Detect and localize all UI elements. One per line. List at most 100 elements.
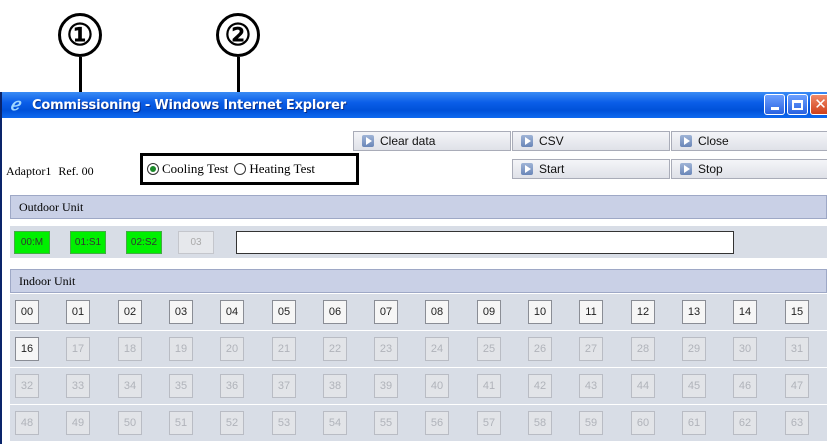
- minimize-icon: [770, 107, 779, 110]
- indoor-unit-button: 29: [682, 337, 706, 361]
- adaptor-label: Adaptor1: [6, 164, 52, 178]
- title-bar: ℯ Commissioning - Windows Internet Explo…: [2, 92, 827, 118]
- indoor-unit-button: 36: [220, 374, 244, 398]
- indoor-unit-button: 28: [631, 337, 655, 361]
- outdoor-unit-header: Outdoor Unit: [10, 195, 827, 219]
- clear-data-button[interactable]: Clear data: [353, 131, 511, 151]
- indoor-unit-button: 56: [425, 411, 449, 435]
- indoor-unit-button[interactable]: 07: [374, 300, 398, 324]
- adaptor-info: Adaptor1 Ref. 00: [6, 164, 94, 179]
- minimize-button[interactable]: [764, 94, 785, 115]
- indoor-unit-button[interactable]: 08: [425, 300, 449, 324]
- indoor-unit-button: 43: [579, 374, 603, 398]
- indoor-unit-button: 39: [374, 374, 398, 398]
- indoor-unit-button[interactable]: 14: [733, 300, 757, 324]
- indoor-unit-button: 22: [323, 337, 347, 361]
- indoor-unit-heading: Indoor Unit: [19, 273, 76, 288]
- indoor-unit-button[interactable]: 01: [66, 300, 90, 324]
- indoor-unit-row: 32 33 34 35 36 37 38 39 40 41 42 43 44 45 46 47: [10, 368, 827, 404]
- cooling-test-radio[interactable]: [147, 163, 159, 175]
- indoor-unit-button: 60: [631, 411, 655, 435]
- play-icon: [362, 135, 374, 147]
- indoor-unit-button[interactable]: 12: [631, 300, 655, 324]
- indoor-unit-button[interactable]: 15: [785, 300, 809, 324]
- outdoor-unit-button[interactable]: 02:S2: [126, 231, 162, 254]
- indoor-unit-button[interactable]: 09: [477, 300, 501, 324]
- csv-button[interactable]: CSV: [512, 131, 670, 151]
- outdoor-unit-button[interactable]: 00:M: [14, 231, 50, 254]
- indoor-unit-button: 41: [477, 374, 501, 398]
- indoor-unit-row: 16 17 18 19 20 21 22 23 24 25 26 27 28 29 30 31: [10, 331, 827, 367]
- heating-test-label[interactable]: Heating Test: [249, 161, 315, 177]
- close-label: Close: [698, 134, 729, 148]
- start-button[interactable]: Start: [512, 159, 670, 179]
- indoor-unit-button: 24: [425, 337, 449, 361]
- stop-button[interactable]: Stop: [671, 159, 827, 179]
- play-icon: [521, 135, 533, 147]
- indoor-unit-button: 63: [785, 411, 809, 435]
- test-mode-selector: Cooling Test Heating Test: [140, 153, 359, 185]
- indoor-unit-button: 18: [118, 337, 142, 361]
- callout-2: ②: [216, 13, 260, 57]
- indoor-unit-button[interactable]: 10: [528, 300, 552, 324]
- indoor-unit-button: 59: [579, 411, 603, 435]
- heating-test-radio[interactable]: [234, 163, 247, 175]
- indoor-unit-button: 25: [477, 337, 501, 361]
- adaptor-ref: Ref. 00: [58, 164, 94, 178]
- indoor-unit-button: 52: [220, 411, 244, 435]
- indoor-unit-button[interactable]: 06: [323, 300, 347, 324]
- indoor-unit-button: 48: [15, 411, 39, 435]
- cooling-test-label[interactable]: Cooling Test: [162, 161, 228, 177]
- indoor-unit-button: 49: [66, 411, 90, 435]
- indoor-unit-button: 19: [169, 337, 193, 361]
- indoor-unit-button[interactable]: 00: [15, 300, 39, 324]
- indoor-unit-button: 44: [631, 374, 655, 398]
- indoor-unit-button[interactable]: 03: [169, 300, 193, 324]
- indoor-unit-button: 45: [682, 374, 706, 398]
- status-message-field: [236, 231, 734, 254]
- outdoor-unit-row: 00:M 01:S1 02:S2 03: [10, 226, 827, 258]
- maximize-button[interactable]: [787, 94, 808, 115]
- indoor-unit-button: 47: [785, 374, 809, 398]
- indoor-unit-button: 57: [477, 411, 501, 435]
- window-title: Commissioning - Windows Internet Explore…: [32, 97, 346, 113]
- window-controls: ✕: [764, 94, 827, 115]
- maximize-icon: [792, 99, 803, 110]
- outdoor-unit-button[interactable]: 01:S1: [70, 231, 106, 254]
- indoor-unit-button: 61: [682, 411, 706, 435]
- indoor-unit-button[interactable]: 13: [682, 300, 706, 324]
- indoor-unit-row: 48 49 50 51 52 53 54 55 56 57 58 59 60 61 62 63: [10, 405, 827, 441]
- indoor-unit-header: Indoor Unit: [10, 269, 827, 293]
- indoor-unit-button: 54: [323, 411, 347, 435]
- close-window-button[interactable]: ✕: [810, 94, 827, 115]
- csv-label: CSV: [539, 134, 564, 148]
- play-icon: [680, 135, 692, 147]
- callout-1: ①: [58, 13, 102, 57]
- outdoor-unit-button: 03: [178, 231, 214, 254]
- indoor-unit-button: 32: [15, 374, 39, 398]
- close-button[interactable]: Close: [671, 131, 827, 151]
- indoor-unit-row: 00 01 02 03 04 05 06 07 08 09 10 11 12 13 14 15: [10, 294, 827, 330]
- indoor-unit-button[interactable]: 05: [272, 300, 296, 324]
- indoor-unit-button: 42: [528, 374, 552, 398]
- indoor-unit-button: 58: [528, 411, 552, 435]
- indoor-unit-button: 31: [785, 337, 809, 361]
- start-label: Start: [539, 162, 565, 176]
- play-icon: [521, 163, 533, 175]
- indoor-unit-button: 51: [169, 411, 193, 435]
- indoor-unit-button: 17: [66, 337, 90, 361]
- ie-icon: ℯ: [10, 95, 21, 115]
- close-icon: ✕: [814, 95, 827, 113]
- indoor-unit-button: 23: [374, 337, 398, 361]
- indoor-unit-button: 26: [528, 337, 552, 361]
- indoor-unit-button[interactable]: 16: [15, 337, 39, 361]
- indoor-unit-button: 35: [169, 374, 193, 398]
- indoor-unit-button: 40: [425, 374, 449, 398]
- indoor-unit-button[interactable]: 04: [220, 300, 244, 324]
- indoor-unit-button: 20: [220, 337, 244, 361]
- indoor-unit-button: 37: [272, 374, 296, 398]
- indoor-unit-button: 33: [66, 374, 90, 398]
- indoor-unit-button: 38: [323, 374, 347, 398]
- indoor-unit-button[interactable]: 11: [579, 300, 603, 324]
- indoor-unit-button[interactable]: 02: [118, 300, 142, 324]
